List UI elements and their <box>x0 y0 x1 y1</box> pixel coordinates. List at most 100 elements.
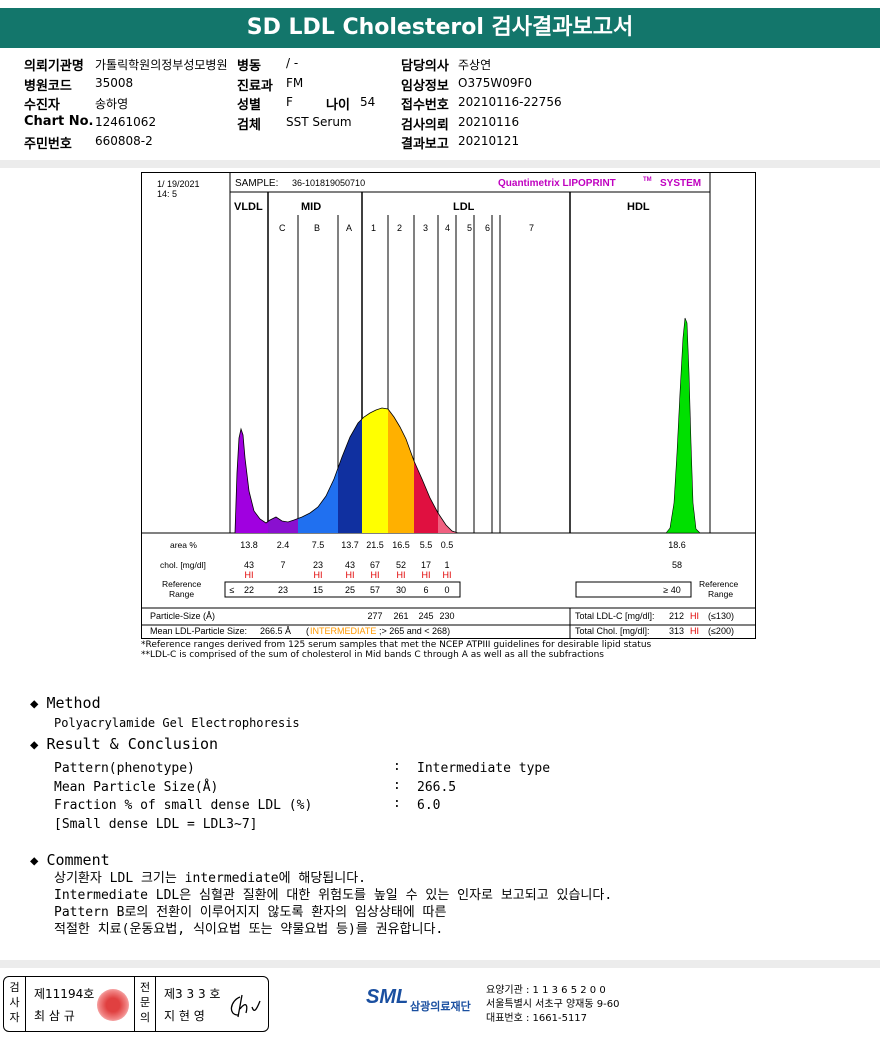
value-sex: F <box>286 95 293 109</box>
label-hospital-code: 병원코드 <box>24 79 72 94</box>
footnotes: *Reference ranges derived from 125 serum… <box>141 640 651 660</box>
lipoprint-report: 1/ 19/2021 14: 5 SAMPLE: 36-101819050710… <box>141 172 756 639</box>
area-ldl1: 21.5 <box>366 540 384 550</box>
signature-icon <box>230 994 261 1018</box>
result-sep: : <box>393 796 401 811</box>
specialist-license: 제3 3 3 호 <box>164 987 221 1001</box>
ref-hdl: ≥ 40 <box>663 585 680 595</box>
value-chart-no: 12461062 <box>95 115 157 129</box>
mean-cond: ;> 265 and < 268) <box>379 626 450 636</box>
particle-ldl4: 230 <box>439 611 454 621</box>
area-vldl: 13.8 <box>240 540 258 550</box>
result-key: Mean Particle Size(Å) <box>54 780 219 795</box>
label-doctor: 담당의사 <box>401 59 449 74</box>
comment-body: 상기환자 LDL 크기는 intermediate에 해당됩니다. Interm… <box>54 870 612 938</box>
ref-ldl3: 6 <box>423 585 428 595</box>
total-ldl-label: Total LDL-C [mg/dl]: <box>575 611 655 621</box>
value-resident-no: 660808-2 <box>95 134 153 148</box>
label-patient: 수진자 <box>24 98 60 113</box>
org-name: 삼광의료재단 <box>410 1000 471 1013</box>
comment-line: Pattern B로의 전환이 이루어지지 않도록 환자의 임상상태에 따른 <box>54 905 447 920</box>
total-ldl-ref: (≤130) <box>708 611 734 621</box>
divider-band <box>0 160 880 168</box>
label-clinical-info: 임상정보 <box>401 79 449 94</box>
ref-vldl: 22 <box>244 585 254 595</box>
footnote-1: *Reference ranges derived from 125 serum… <box>141 640 652 650</box>
result-value: 266.5 <box>417 780 457 795</box>
band-label: C <box>279 223 286 233</box>
chol-ldl4: 1 <box>444 560 449 570</box>
label-requester: 의뢰기관명 <box>24 59 84 74</box>
chol-hdl: 58 <box>672 560 682 570</box>
hi-flag: HI <box>397 570 406 580</box>
lipoprint-chart: 1/ 19/2021 14: 5 SAMPLE: 36-101819050710… <box>142 173 755 638</box>
area-ldl3: 5.5 <box>420 540 433 550</box>
ref-symbol: ≤ <box>230 585 235 595</box>
chol-b: 23 <box>313 560 323 570</box>
band-label: 2 <box>397 223 402 233</box>
result-note: [Small dense LDL = LDL3~7] <box>54 817 258 832</box>
signature-box: 검 사 자 제11194호 최 삼 규 전 문 의 제3 3 3 호 지 현 영 <box>3 976 269 1032</box>
specialist-name: 지 현 영 <box>164 1009 205 1023</box>
result-sep: : <box>393 759 401 774</box>
brand-name: Quantimetrix LIPOPRINT <box>498 178 616 189</box>
diamond-icon: ◆ <box>30 737 39 753</box>
value-receipt-no: 20210116-22756 <box>458 95 562 109</box>
label-ward: 병동 <box>237 59 261 74</box>
result-heading: ◆ Result & Conclusion <box>30 735 218 753</box>
band-label: A <box>346 223 352 233</box>
examiner-label: 검 사 자 <box>4 977 26 1031</box>
org-code: 요양기관 : 1 1 3 6 5 2 0 0 <box>486 985 606 996</box>
ref-right-label-2: Range <box>708 589 733 599</box>
row-area-label: area % <box>170 540 197 550</box>
ref-ldl1: 57 <box>370 585 380 595</box>
footnote-2: **LDL-C is comprised of the sum of chole… <box>141 650 604 660</box>
result-heading-text: Result & Conclusion <box>46 735 219 753</box>
value-report-date: 20210121 <box>458 134 520 148</box>
area-c: 2.4 <box>277 540 290 550</box>
chol-ldl3: 17 <box>421 560 431 570</box>
comment-heading: ◆ Comment <box>30 851 110 869</box>
hi-flag: HI <box>314 570 323 580</box>
value-age: 54 <box>360 95 376 109</box>
row-ref-label-2: Range <box>169 589 194 599</box>
area-a: 13.7 <box>341 540 359 550</box>
diamond-icon: ◆ <box>30 696 39 712</box>
mean-open: ( <box>306 626 309 636</box>
hi-flag: HI <box>422 570 431 580</box>
value-department: FM <box>286 76 304 90</box>
total-ldl-value: 212 <box>669 611 684 621</box>
label-receipt-no: 접수번호 <box>401 98 449 113</box>
particle-ldl2: 261 <box>393 611 408 621</box>
value-request-date: 20210116 <box>458 115 520 129</box>
brand-system: SYSTEM <box>660 178 701 189</box>
ref-ldl4: 0 <box>444 585 449 595</box>
seal-stamp <box>97 989 129 1021</box>
group-ldl: LDL <box>453 201 475 213</box>
band-label: 4 <box>445 223 450 233</box>
specialist-label: 전 문 의 <box>134 977 156 1031</box>
label-chart-no: Chart No. <box>24 114 94 129</box>
sample-label: SAMPLE: <box>235 178 278 189</box>
value-doctor: 주상연 <box>458 58 492 72</box>
band-label: 6 <box>485 223 490 233</box>
comment-line: 상기환자 LDL 크기는 intermediate에 해당됩니다. <box>54 871 367 886</box>
footer: 검 사 자 제11194호 최 삼 규 전 문 의 제3 3 3 호 지 현 영… <box>0 970 880 1040</box>
label-request-date: 검사의뢰 <box>401 118 449 133</box>
label-report-date: 결과보고 <box>401 137 449 152</box>
band-labels: C B A 1 2 3 4 5 6 7 <box>279 223 534 233</box>
total-chol-label: Total Chol. [mg/dl]: <box>575 626 650 636</box>
ref-b: 15 <box>313 585 323 595</box>
group-mid: MID <box>301 201 321 213</box>
org-phone: 대표번호 : 1661-5117 <box>486 1013 588 1024</box>
value-clinical-info: O375W09F0 <box>458 76 533 90</box>
comment-heading-text: Comment <box>46 851 110 869</box>
diamond-icon: ◆ <box>30 853 39 869</box>
band-label: 7 <box>529 223 534 233</box>
result-key: Fraction % of small dense LDL (%) <box>54 798 313 813</box>
method-heading: ◆ Method <box>30 694 101 712</box>
band-label: 3 <box>423 223 428 233</box>
area-hdl: 18.6 <box>668 540 686 550</box>
total-chol-value: 313 <box>669 626 684 636</box>
chol-a: 43 <box>345 560 355 570</box>
